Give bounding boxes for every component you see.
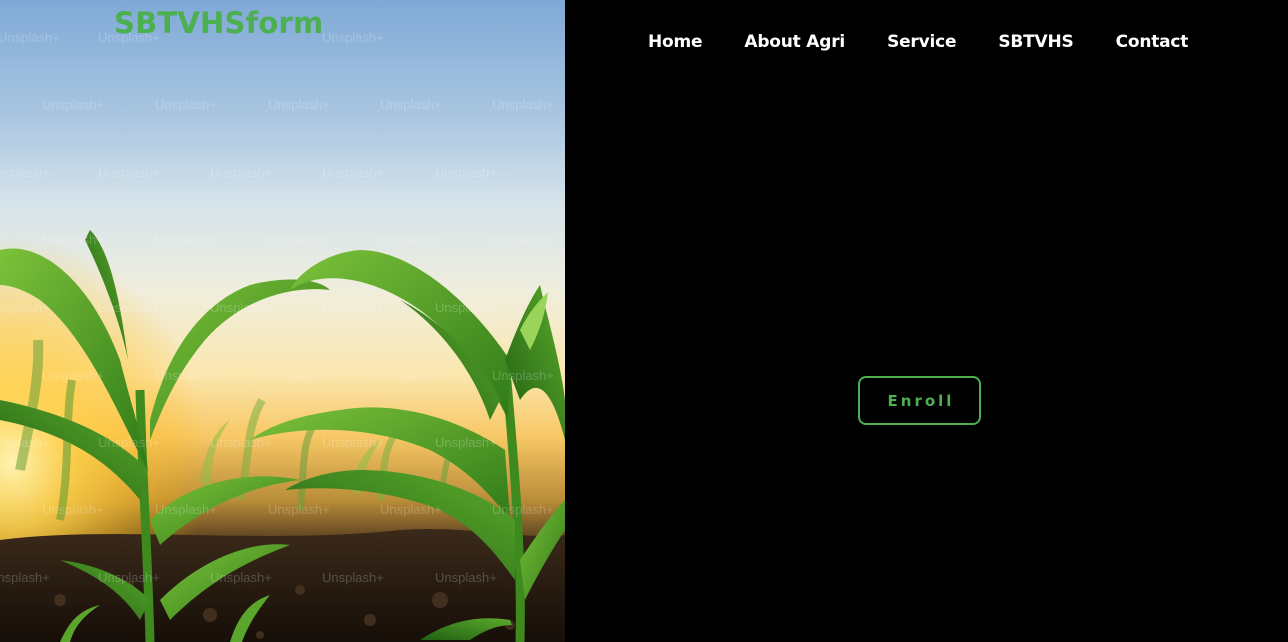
brand-logo[interactable]: SBTVHSform <box>114 6 323 40</box>
nav-item-home[interactable]: Home <box>648 32 703 52</box>
page: Unsplash+ Unsplash+ Unsplash+ Unsplash+ … <box>0 0 1288 642</box>
nav-item-contact[interactable]: Contact <box>1116 32 1189 52</box>
nav-item-sbtvhs[interactable]: SBTVHS <box>998 32 1073 52</box>
enroll-button[interactable]: Enroll <box>858 376 981 425</box>
hero-image: Unsplash+ Unsplash+ Unsplash+ Unsplash+ … <box>0 0 565 642</box>
nav-item-service[interactable]: Service <box>887 32 956 52</box>
nav-item-about-agri[interactable]: About Agri <box>744 32 845 52</box>
main-nav: Home About Agri Service SBTVHS Contact <box>648 28 1188 56</box>
corn-field-illustration <box>0 0 565 642</box>
